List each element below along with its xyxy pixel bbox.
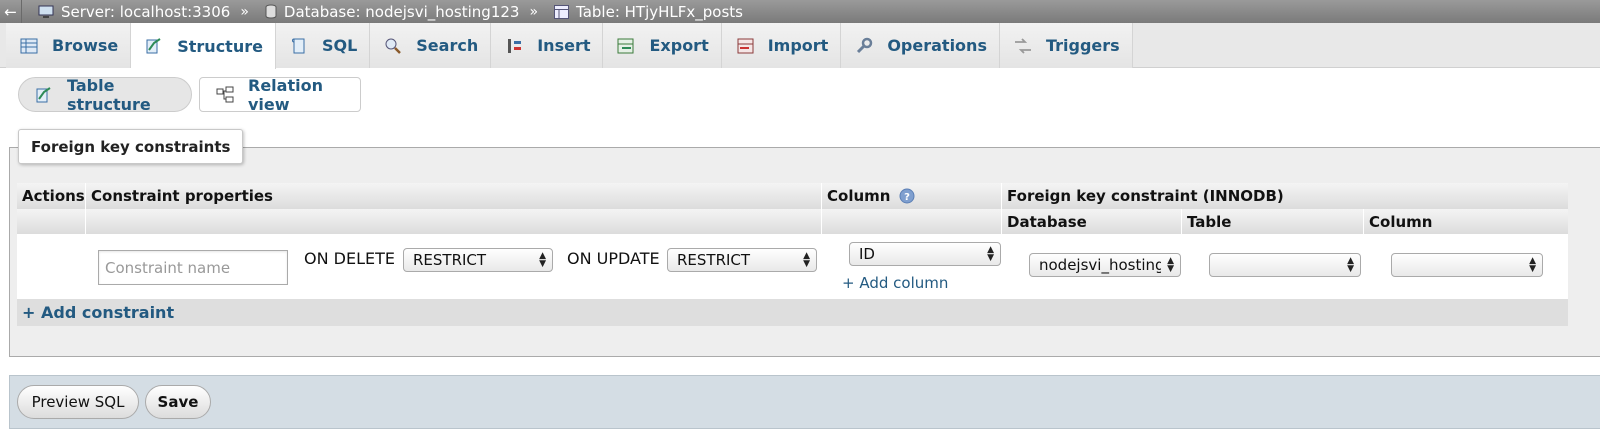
subtab-table-structure[interactable]: Table structure xyxy=(18,75,192,114)
breadcrumb-table-label: Table: HTjyHLFx_posts xyxy=(576,2,743,21)
tab-sql-label: SQL xyxy=(321,36,358,55)
on-update-select[interactable]: RESTRICT ▲ ▼ xyxy=(667,248,817,272)
select-arrows-icon: ▲ ▼ xyxy=(1167,256,1174,274)
tab-export[interactable]: Export xyxy=(603,23,722,68)
subtab-relation-view-label: Relation view xyxy=(248,75,323,114)
save-button[interactable]: Save xyxy=(145,385,211,419)
preview-sql-button[interactable]: Preview SQL xyxy=(17,385,139,419)
tab-insert-label: Insert xyxy=(537,36,591,55)
header-fk-constraint: Foreign key constraint (INNODB) xyxy=(1001,183,1568,209)
breadcrumb-table[interactable]: Table: HTjyHLFx_posts xyxy=(554,3,743,21)
database-icon xyxy=(265,4,277,19)
breadcrumb-server[interactable]: Server: localhost:3306 xyxy=(38,3,230,21)
select-arrows-icon: ▲ ▼ xyxy=(1347,256,1354,274)
server-icon xyxy=(38,5,54,19)
subheader-empty xyxy=(17,209,85,234)
tab-browse[interactable]: Browse xyxy=(6,23,132,68)
on-delete-value: RESTRICT xyxy=(413,251,487,269)
header-constraint-properties: Constraint properties xyxy=(85,183,821,209)
ref-column-select[interactable]: ▲ ▼ xyxy=(1391,253,1543,277)
breadcrumb-separator: » xyxy=(529,3,539,20)
add-constraint-row: + Add constraint xyxy=(17,299,1568,326)
on-delete-label: ON DELETE xyxy=(304,249,395,268)
column-select[interactable]: ID ▲ ▼ xyxy=(849,242,1001,266)
fieldset-legend: Foreign key constraints xyxy=(18,129,244,164)
on-update-label: ON UPDATE xyxy=(567,249,660,268)
tab-browse-label: Browse xyxy=(52,36,119,55)
database-select[interactable]: nodejsvi_hosting ▲ ▼ xyxy=(1029,253,1181,277)
header-ref-column: Column xyxy=(1363,209,1568,234)
table-header-row: Actions Constraint properties Column ? F… xyxy=(17,183,1568,209)
table-icon xyxy=(554,4,570,19)
on-delete-select[interactable]: RESTRICT ▲ ▼ xyxy=(403,248,553,272)
form-footer xyxy=(9,375,1600,429)
table-subheader-row: Database Table Column xyxy=(17,209,1568,234)
search-icon xyxy=(384,37,402,55)
header-table: Table xyxy=(1181,209,1363,234)
tab-import[interactable]: Import xyxy=(721,23,842,68)
header-actions: Actions xyxy=(22,187,85,205)
add-column-link[interactable]: + Add column xyxy=(842,274,948,292)
header-column: Column ? xyxy=(821,183,1001,209)
triggers-icon xyxy=(1014,37,1032,54)
tab-import-label: Import xyxy=(767,36,829,55)
select-arrows-icon: ▲ ▼ xyxy=(1529,256,1536,274)
back-arrow-icon[interactable]: ← xyxy=(0,0,22,23)
breadcrumb-separator: » xyxy=(240,3,249,20)
column-value: ID xyxy=(859,245,875,263)
subtab-relation-view[interactable]: Relation view xyxy=(199,75,361,114)
subtab-table-structure-label: Table structure xyxy=(67,75,151,114)
import-icon xyxy=(736,37,754,55)
tab-search-label: Search xyxy=(416,36,479,55)
insert-icon xyxy=(505,37,523,55)
tab-triggers-label: Triggers xyxy=(1045,36,1120,55)
database-value: nodejsvi_hosting xyxy=(1039,256,1161,274)
constraint-name-input[interactable]: Constraint name xyxy=(98,250,288,285)
tab-operations[interactable]: Operations xyxy=(841,23,1000,68)
tab-export-label: Export xyxy=(649,36,709,55)
table-row: Constraint name ON DELETE RESTRICT ▲ ▼ ON… xyxy=(17,234,1568,299)
browse-icon xyxy=(20,38,38,54)
help-icon[interactable]: ? xyxy=(899,188,915,204)
select-arrows-icon: ▲ ▼ xyxy=(987,245,994,263)
structure-icon xyxy=(35,86,53,104)
operations-icon xyxy=(855,37,873,55)
sql-icon xyxy=(290,37,308,55)
select-arrows-icon: ▲ ▼ xyxy=(539,251,546,269)
header-column-label: Column xyxy=(827,187,891,205)
breadcrumb-database[interactable]: Database: nodejsvi_hosting123 xyxy=(265,2,520,21)
export-icon xyxy=(617,37,635,55)
on-update-value: RESTRICT xyxy=(677,251,751,269)
breadcrumb-database-label: Database: nodejsvi_hosting123 xyxy=(283,2,520,21)
select-arrows-icon: ▲ ▼ xyxy=(803,251,810,269)
breadcrumb-server-label: Server: localhost:3306 xyxy=(61,2,231,21)
subheader-empty xyxy=(85,209,821,234)
add-constraint-link[interactable]: + Add constraint xyxy=(22,303,174,322)
subheader-empty xyxy=(821,209,1001,234)
structure-icon xyxy=(145,37,163,55)
tab-search[interactable]: Search xyxy=(370,23,492,68)
tab-insert[interactable]: Insert xyxy=(491,23,604,68)
tab-structure-label: Structure xyxy=(177,36,263,56)
top-tabs: Browse Structure SQL Search Insert Expor… xyxy=(0,23,1600,69)
tab-structure[interactable]: Structure xyxy=(131,23,276,69)
svg-text:?: ? xyxy=(905,192,911,203)
breadcrumb: ← Server: localhost:3306 » Database: nod… xyxy=(0,0,1600,23)
tab-triggers[interactable]: Triggers xyxy=(999,23,1133,68)
header-database: Database xyxy=(1001,209,1181,234)
relation-view-icon xyxy=(216,86,234,104)
tab-operations-label: Operations xyxy=(887,36,987,55)
table-select[interactable]: ▲ ▼ xyxy=(1209,253,1361,277)
tab-sql[interactable]: SQL xyxy=(275,23,371,68)
